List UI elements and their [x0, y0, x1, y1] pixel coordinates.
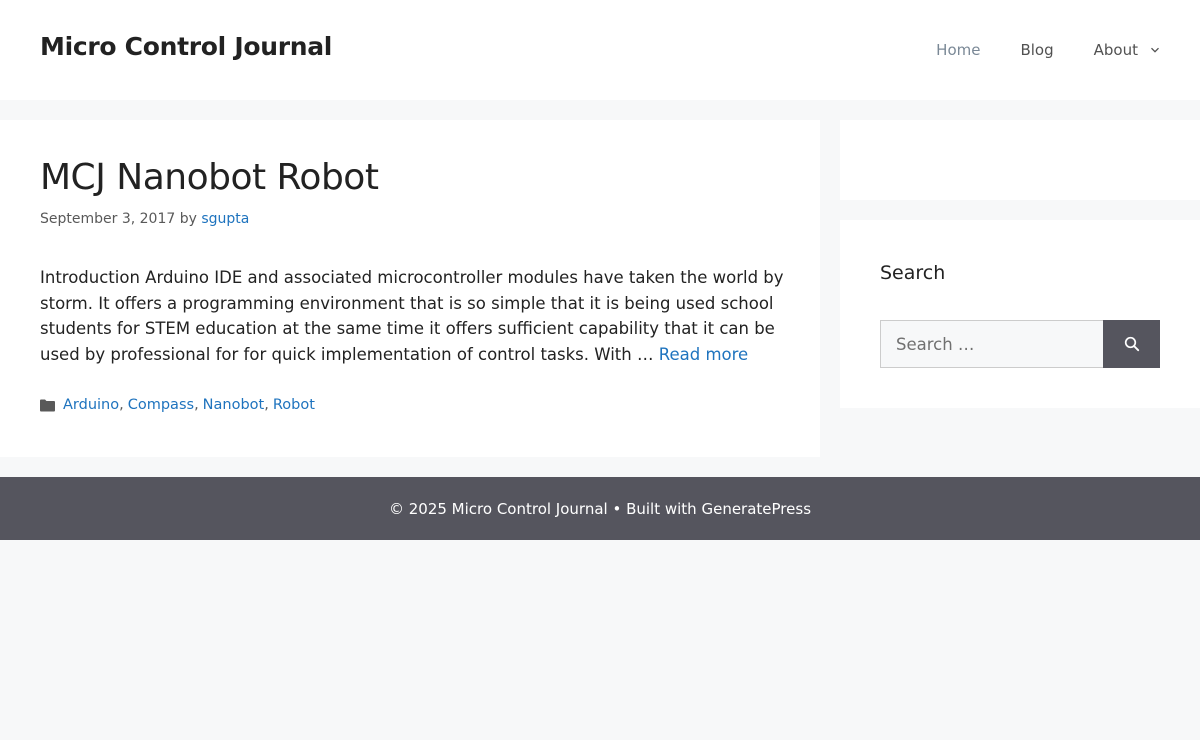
copyright-text: © 2025 Micro Control Journal • Built wit…: [388, 499, 697, 518]
post-categories: Arduino, Compass, Nanobot, Robot: [40, 397, 315, 413]
nav-item-label: Blog: [1020, 41, 1054, 59]
folder-icon: [40, 399, 55, 412]
site-header: Micro Control Journal Home Blog About: [0, 0, 1200, 100]
generatepress-link[interactable]: GeneratePress: [701, 500, 811, 518]
post-title-link[interactable]: MCJ Nanobot Robot: [40, 157, 379, 198]
site-footer: © 2025 Micro Control Journal • Built wit…: [0, 477, 1200, 540]
post-meta: September 3, 2017 by sgupta: [40, 211, 249, 227]
nav-item-about[interactable]: About: [1094, 41, 1160, 59]
main-navigation: Home Blog About: [896, 0, 1160, 100]
category-link-robot[interactable]: Robot: [273, 397, 315, 413]
post-date[interactable]: September 3, 2017: [40, 211, 175, 227]
category-link-arduino[interactable]: Arduino: [63, 397, 119, 413]
search-widget: Search: [840, 220, 1200, 408]
category-link-compass[interactable]: Compass: [128, 397, 194, 413]
category-separator: ,: [194, 397, 199, 413]
category-separator: ,: [119, 397, 124, 413]
post-by: by: [179, 211, 197, 227]
post-excerpt: Introduction Arduino IDE and associated …: [40, 265, 785, 367]
nav-item-label: Home: [936, 41, 981, 59]
category-link-nanobot[interactable]: Nanobot: [203, 397, 265, 413]
search-button[interactable]: [1103, 320, 1160, 368]
post-author-link[interactable]: sgupta: [201, 211, 249, 227]
nav-item-label: About: [1093, 41, 1138, 59]
search-input[interactable]: [880, 320, 1103, 368]
site-title[interactable]: Micro Control Journal: [40, 32, 332, 61]
category-separator: ,: [264, 397, 269, 413]
sidebar-empty-widget: [840, 120, 1200, 200]
nav-item-home[interactable]: Home: [936, 41, 980, 59]
search-icon: [1124, 336, 1140, 352]
post-title[interactable]: MCJ Nanobot Robot: [40, 157, 379, 198]
read-more-link[interactable]: Read more: [659, 345, 748, 364]
copyright: © 2025 Micro Control Journal • Built wit…: [389, 500, 811, 518]
search-widget-title: Search: [880, 262, 946, 284]
nav-item-blog[interactable]: Blog: [1020, 41, 1053, 59]
chevron-down-icon[interactable]: [1150, 45, 1160, 55]
